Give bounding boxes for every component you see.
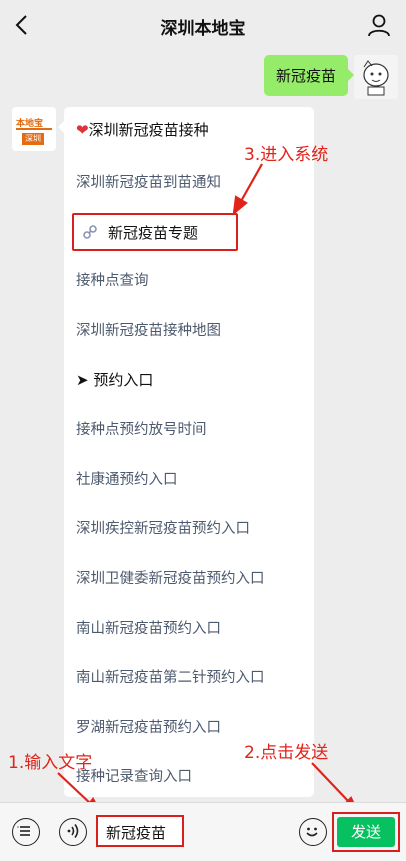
message-input-value: 新冠疫苗 xyxy=(106,824,167,842)
link-nanshan-second-dose[interactable]: 南山新冠疫苗第二针预约入口 xyxy=(76,666,265,687)
emoji-icon[interactable] xyxy=(299,818,327,846)
avatar-divider xyxy=(16,128,52,130)
mini-program-label: 新冠疫苗专题 xyxy=(108,224,199,242)
link-nanshan-booking[interactable]: 南山新冠疫苗预约入口 xyxy=(76,617,221,638)
section-booking-heading: ➤ 预约入口 xyxy=(76,371,154,389)
link-record-query[interactable]: 接种记录查询入口 xyxy=(76,765,192,786)
mini-program-link[interactable]: 新冠疫苗专题 xyxy=(72,213,238,251)
link-health-commission-booking[interactable]: 深圳卫健委新冠疫苗预约入口 xyxy=(76,567,265,588)
card-title-text: 深圳新冠疫苗接种 xyxy=(88,121,209,139)
link-shekangtong[interactable]: 社康通预约入口 xyxy=(76,468,178,489)
send-button-highlight: 发送 xyxy=(332,812,400,852)
chat-input-bar: 新冠疫苗 发送 xyxy=(0,802,406,861)
link-cdc-booking[interactable]: 深圳疾控新冠疫苗预约入口 xyxy=(76,517,250,538)
link-arrival-notice[interactable]: 深圳新冠疫苗到苗通知 xyxy=(76,171,221,192)
link-release-times[interactable]: 接种点预约放号时间 xyxy=(76,418,207,439)
annotation-step2: 2.点击发送 xyxy=(244,743,329,763)
card-title: ❤深圳新冠疫苗接种 xyxy=(76,119,209,140)
bot-message-card: ❤深圳新冠疫苗接种 深圳新冠疫苗到苗通知 新冠疫苗专题 接种点查询 深圳新冠疫苗… xyxy=(58,107,314,797)
menu-toggle-icon[interactable] xyxy=(12,818,40,846)
my-message-row: 新冠疫苗 xyxy=(0,55,406,99)
link-vaccination-map[interactable]: 深圳新冠疫苗接种地图 xyxy=(76,319,221,340)
heart-icon: ❤ xyxy=(76,121,89,139)
link-site-query[interactable]: 接种点查询 xyxy=(76,269,149,290)
mini-program-icon xyxy=(83,225,97,239)
my-message-bubble[interactable]: 新冠疫苗 xyxy=(263,55,355,96)
annotation-step3: 3.进入系统 xyxy=(244,145,329,165)
navigation-bar: 深圳本地宝 xyxy=(0,0,406,50)
user-profile-icon[interactable] xyxy=(366,12,392,38)
voice-input-icon[interactable] xyxy=(59,818,87,846)
send-button[interactable]: 发送 xyxy=(337,817,395,847)
message-input[interactable]: 新冠疫苗 xyxy=(96,815,184,847)
arrow-step2 xyxy=(311,762,351,804)
cartoon-avatar-icon xyxy=(354,55,398,99)
annotation-step1: 1.输入文字 xyxy=(8,753,93,773)
link-luohu-booking[interactable]: 罗湖新冠疫苗预约入口 xyxy=(76,716,221,737)
chat-title: 深圳本地宝 xyxy=(160,19,246,39)
bot-avatar[interactable]: 本地宝 深圳 xyxy=(12,107,56,151)
my-avatar[interactable] xyxy=(354,55,398,99)
avatar-city-badge: 深圳 xyxy=(22,133,44,145)
